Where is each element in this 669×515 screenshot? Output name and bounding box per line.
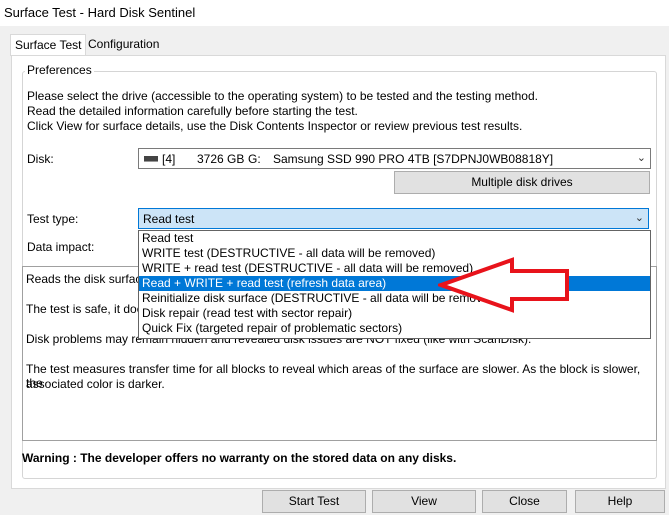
drive-icon <box>144 156 158 162</box>
dropdown-option[interactable]: WRITE + read test (DESTRUCTIVE - all dat… <box>139 261 650 276</box>
disk-size: 3726 GB <box>197 152 245 166</box>
intro-line-1: Please select the drive (accessible to t… <box>27 89 538 103</box>
chevron-down-icon: ⌄ <box>634 212 644 224</box>
tab-configuration[interactable]: Configuration <box>84 34 163 54</box>
test-type-dropdown: Read test WRITE test (DESTRUCTIVE - all … <box>138 230 651 339</box>
close-button[interactable]: Close <box>482 490 567 513</box>
test-type-value: Read test <box>143 212 195 226</box>
dropdown-option[interactable]: Read test <box>139 231 650 246</box>
data-impact-label: Data impact: <box>27 240 95 254</box>
intro-line-3: Click View for surface details, use the … <box>27 119 523 133</box>
dropdown-option[interactable]: Quick Fix (targeted repair of problemati… <box>139 321 650 336</box>
dropdown-option[interactable]: Reinitialize disk surface (DESTRUCTIVE -… <box>139 291 650 306</box>
window-title: Surface Test - Hard Disk Sentinel <box>4 5 196 20</box>
disk-label: Disk: <box>27 152 54 166</box>
disk-model: Samsung SSD 990 PRO 4TB [S7DPNJ0WB08818Y… <box>273 152 554 166</box>
description-line-2: The test is safe, it doe <box>26 302 144 316</box>
warning-text: Warning : The developer offers no warran… <box>22 451 457 465</box>
description-line-1: Reads the disk surface <box>26 272 149 286</box>
tab-surface-test[interactable]: Surface Test <box>10 34 87 56</box>
red-arrow-icon <box>438 257 569 313</box>
dropdown-option[interactable]: Disk repair (read test with sector repai… <box>139 306 650 321</box>
test-type-select[interactable]: Read test ⌄ <box>138 208 649 229</box>
dropdown-option-selected[interactable]: Read + WRITE + read test (refresh data a… <box>139 276 650 291</box>
preferences-label: Preferences <box>25 63 94 77</box>
intro-line-2: Read the detailed information carefully … <box>27 104 358 118</box>
start-test-button[interactable]: Start Test <box>262 490 366 513</box>
chevron-down-icon: ⌄ <box>636 152 646 164</box>
multiple-disk-drives-button[interactable]: Multiple disk drives <box>394 171 650 194</box>
description-line-5: associated color is darker. <box>26 377 165 391</box>
disk-index: [4] <box>162 152 176 166</box>
disk-select[interactable]: [4] 3726 GB G: Samsung SSD 990 PRO 4TB [… <box>138 148 651 169</box>
dropdown-option[interactable]: WRITE test (DESTRUCTIVE - all data will … <box>139 246 650 261</box>
test-type-label: Test type: <box>27 212 79 226</box>
disk-letter: G: <box>248 152 261 166</box>
view-button[interactable]: View <box>372 490 476 513</box>
help-button[interactable]: Help <box>575 490 665 513</box>
